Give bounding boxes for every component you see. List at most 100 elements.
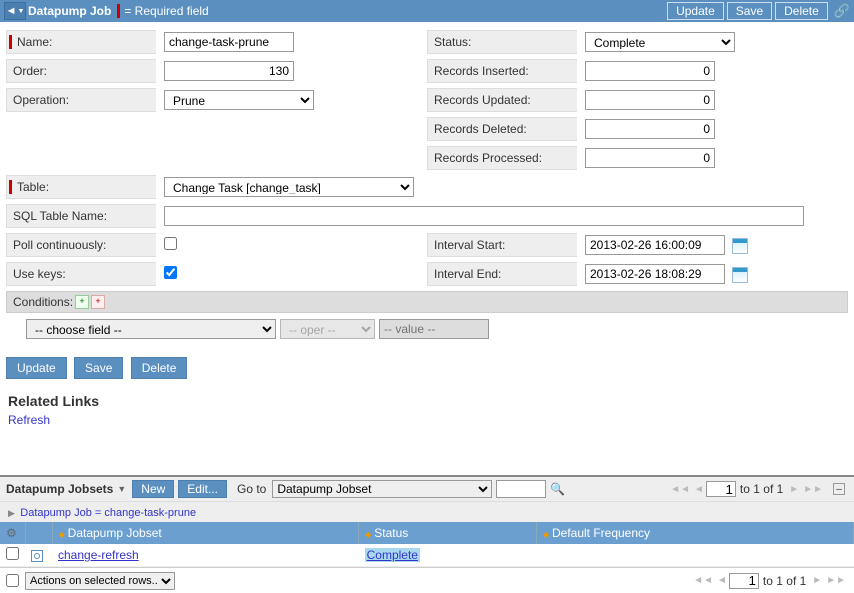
use-keys-checkbox[interactable]	[164, 266, 177, 279]
gear-column: ⚙	[0, 522, 25, 544]
save-button[interactable]: Save	[727, 2, 772, 20]
page-title: Datapump Job	[28, 4, 111, 18]
chevron-down-icon: ▼	[17, 8, 24, 15]
list-footer: Actions on selected rows... ◄◄ ◄ to 1 of…	[0, 567, 854, 593]
table-row: change-refresh Complete	[0, 544, 854, 567]
header-bar: ◄ ▼ Datapump Job = Required field Update…	[0, 0, 854, 22]
list-title: Datapump Jobsets	[6, 482, 113, 496]
records-deleted-label: Records Deleted:	[427, 117, 577, 141]
refresh-link[interactable]: Refresh	[8, 413, 50, 427]
records-processed-label: Records Processed:	[427, 146, 577, 170]
status-select[interactable]: Complete	[585, 32, 735, 52]
delete-button[interactable]: Delete	[775, 2, 828, 20]
calendar-icon[interactable]	[732, 267, 748, 283]
records-updated-input[interactable]	[585, 90, 715, 110]
next-page-icon[interactable]: ►	[789, 484, 799, 495]
collapse-icon[interactable]: –	[833, 483, 845, 495]
filter-value-input	[379, 319, 489, 339]
gear-icon[interactable]: ⚙	[6, 526, 17, 540]
pager: ◄◄ ◄ to 1 of 1 ► ►►	[668, 481, 825, 497]
sql-table-label: SQL Table Name:	[6, 204, 156, 228]
breadcrumb-link[interactable]: Datapump Job = change-task-prune	[20, 507, 196, 519]
prev-page-icon[interactable]: ◄	[717, 575, 727, 586]
action-bar: Update Save Delete	[0, 351, 854, 385]
freq-cell	[536, 544, 853, 567]
chevron-down-icon[interactable]: ▼	[117, 484, 126, 494]
conditions-label: Conditions:	[13, 295, 73, 309]
prev-page-icon[interactable]: ◄	[694, 484, 704, 495]
sort-icon: ◆	[543, 530, 549, 539]
sql-table-input[interactable]	[164, 206, 804, 226]
search-icon[interactable]: 🔍	[550, 482, 565, 496]
table-select[interactable]: Change Task [change_task]	[164, 177, 414, 197]
paperclip-icon[interactable]: 🔗	[834, 3, 850, 19]
preview-icon[interactable]	[31, 550, 43, 562]
add-or-icon[interactable]: +	[91, 295, 105, 309]
sort-icon: ◆	[365, 530, 371, 539]
related-links-heading: Related Links	[8, 393, 846, 409]
back-button[interactable]: ◄ ▼	[4, 2, 26, 20]
records-updated-label: Records Updated:	[427, 88, 577, 112]
filter-row: -- choose field -- -- oper --	[6, 313, 848, 345]
update-button-bottom[interactable]: Update	[6, 357, 67, 379]
status-value: Complete	[365, 548, 420, 562]
page-range-bottom: to 1 of 1	[763, 574, 806, 588]
next-page-icon[interactable]: ►	[812, 575, 822, 586]
records-processed-input[interactable]	[585, 148, 715, 168]
interval-end-input[interactable]	[585, 264, 725, 284]
row-checkbox[interactable]	[6, 547, 19, 560]
last-page-icon[interactable]: ►►	[826, 575, 846, 586]
page-input-bottom[interactable]	[729, 573, 759, 589]
poll-label: Poll continuously:	[6, 233, 156, 257]
last-page-icon[interactable]: ►►	[803, 484, 823, 495]
interval-end-label: Interval End:	[427, 262, 577, 286]
chevron-right-icon: ▶	[8, 508, 15, 518]
list-table: ⚙ ◆Datapump Jobset ◆Status ◆Default Freq…	[0, 522, 854, 567]
page-range: to 1 of 1	[740, 482, 783, 496]
filter-oper-select: -- oper --	[280, 319, 375, 339]
actions-select[interactable]: Actions on selected rows...	[25, 572, 175, 590]
jobset-link[interactable]: change-refresh	[58, 548, 139, 562]
select-all-checkbox[interactable]	[6, 574, 19, 587]
related-list: Datapump Jobsets ▼ New Edit... Go to Dat…	[0, 475, 854, 593]
list-breadcrumb: ▶ Datapump Job = change-task-prune	[0, 501, 854, 522]
first-page-icon[interactable]: ◄◄	[670, 484, 690, 495]
name-input[interactable]	[164, 32, 294, 52]
filter-field-select[interactable]: -- choose field --	[26, 319, 276, 339]
records-inserted-input[interactable]	[585, 61, 715, 81]
add-and-icon[interactable]: +	[75, 295, 89, 309]
required-bar-icon	[117, 4, 120, 18]
use-keys-label: Use keys:	[6, 262, 156, 286]
save-button-bottom[interactable]: Save	[74, 357, 123, 379]
check-column	[25, 522, 52, 544]
delete-button-bottom[interactable]: Delete	[131, 357, 188, 379]
calendar-icon[interactable]	[732, 238, 748, 254]
update-button[interactable]: Update	[667, 2, 724, 20]
records-deleted-input[interactable]	[585, 119, 715, 139]
arrow-left-icon: ◄	[6, 5, 17, 17]
operation-label: Operation:	[6, 88, 156, 112]
poll-checkbox[interactable]	[164, 237, 177, 250]
col-jobset[interactable]: ◆Datapump Jobset	[52, 522, 359, 544]
goto-label: Go to	[237, 482, 266, 496]
order-label: Order:	[6, 59, 156, 83]
operation-select[interactable]: Prune	[164, 90, 314, 110]
col-freq[interactable]: ◆Default Frequency	[536, 522, 853, 544]
interval-start-input[interactable]	[585, 235, 725, 255]
pager-bottom: ◄◄ ◄ to 1 of 1 ► ►►	[691, 573, 848, 589]
goto-select[interactable]: Datapump Jobset	[272, 480, 492, 498]
table-label: Table:	[6, 175, 156, 199]
records-inserted-label: Records Inserted:	[427, 59, 577, 83]
new-button[interactable]: New	[132, 480, 174, 498]
interval-start-label: Interval Start:	[427, 233, 577, 257]
order-input[interactable]	[164, 61, 294, 81]
page-input[interactable]	[706, 481, 736, 497]
first-page-icon[interactable]: ◄◄	[693, 575, 713, 586]
goto-input[interactable]	[496, 480, 546, 498]
edit-button[interactable]: Edit...	[178, 480, 227, 498]
related-links: Related Links Refresh	[0, 385, 854, 435]
list-header: Datapump Jobsets ▼ New Edit... Go to Dat…	[0, 475, 854, 501]
sort-icon: ◆	[59, 530, 65, 539]
col-status[interactable]: ◆Status	[359, 522, 537, 544]
status-label: Status:	[427, 30, 577, 54]
